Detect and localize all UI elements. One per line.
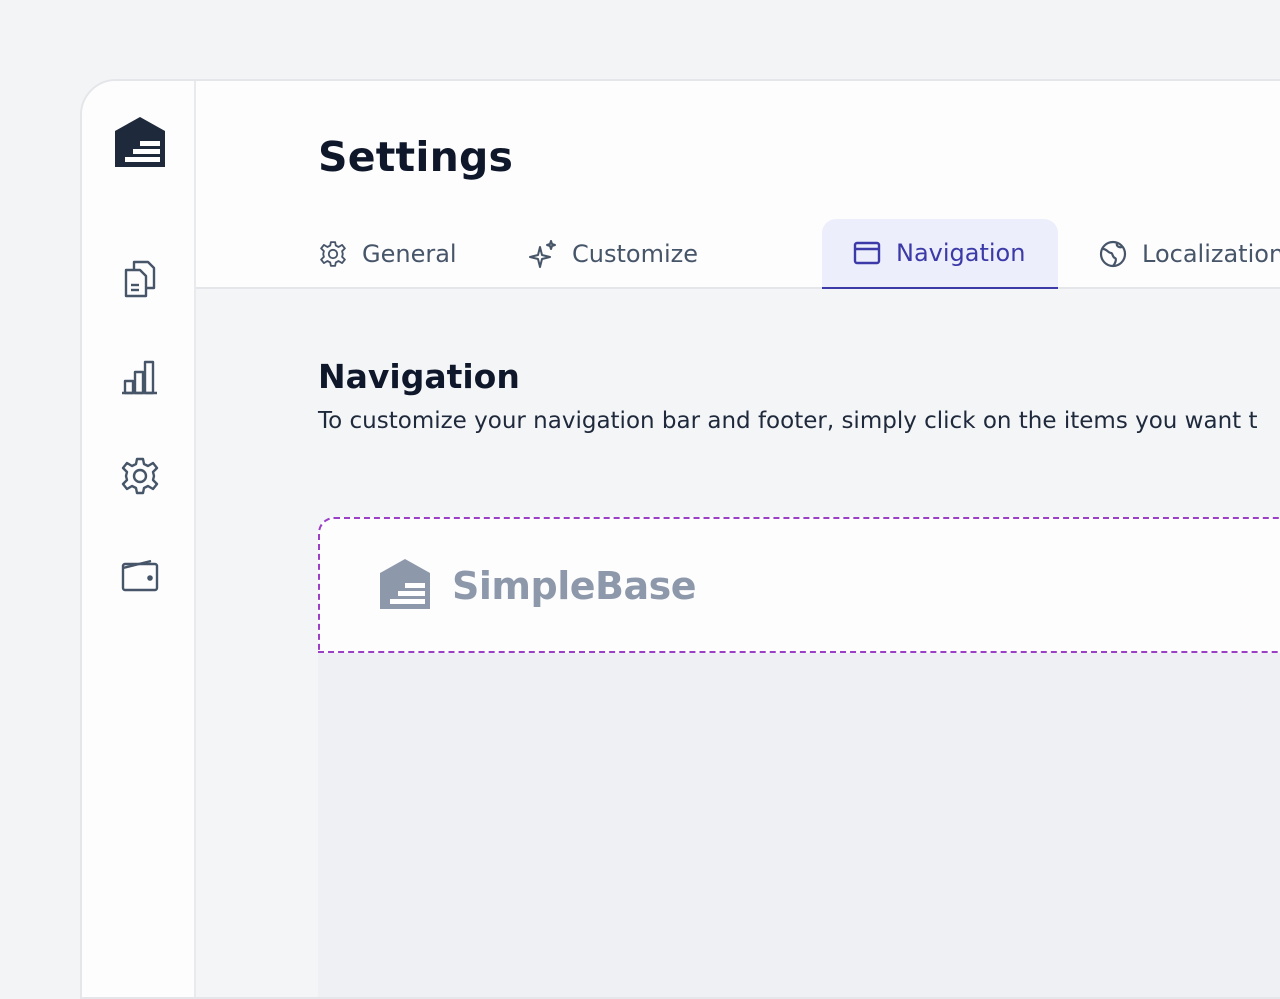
tab-localization[interactable]: Localization [1068, 219, 1280, 289]
globe-icon [1098, 239, 1128, 269]
gear-icon [318, 239, 348, 269]
gear-icon [120, 456, 160, 500]
section-title: Navigation [318, 357, 520, 396]
tab-label: General [362, 240, 457, 268]
house-logo-icon [378, 557, 432, 615]
house-logo-icon[interactable] [113, 115, 167, 169]
bar-chart-icon [121, 359, 159, 399]
sidebar-item-analytics[interactable] [116, 355, 164, 403]
wallet-icon [121, 558, 159, 596]
site-preview: SimpleBase [318, 517, 1280, 997]
tab-label: Navigation [896, 239, 1026, 267]
tab-customize[interactable]: Customize [498, 219, 728, 289]
sidebar-item-billing[interactable] [116, 553, 164, 601]
window-icon [852, 238, 882, 268]
settings-tabs: General Customize Navigation Localizatio… [196, 219, 1280, 289]
sidebar [82, 81, 196, 997]
tab-general[interactable]: General [288, 219, 487, 289]
tab-label: Customize [572, 240, 698, 268]
tab-label: Localization [1142, 240, 1280, 268]
settings-header: Settings General Customize Navigation Lo… [196, 81, 1280, 289]
documents-icon [122, 258, 158, 302]
tab-navigation[interactable]: Navigation [822, 219, 1058, 289]
page-title: Settings [318, 133, 514, 181]
editable-navbar[interactable]: SimpleBase [318, 517, 1280, 653]
section-description: To customize your navigation bar and foo… [318, 408, 1258, 434]
sparkle-icon [528, 239, 558, 269]
sidebar-item-settings[interactable] [116, 454, 164, 502]
brand: SimpleBase [378, 557, 697, 615]
brand-name: SimpleBase [452, 564, 697, 608]
main-content: Settings General Customize Navigation Lo… [196, 81, 1280, 997]
sidebar-item-documents[interactable] [116, 256, 164, 304]
app-window: Settings General Customize Navigation Lo… [80, 79, 1280, 999]
